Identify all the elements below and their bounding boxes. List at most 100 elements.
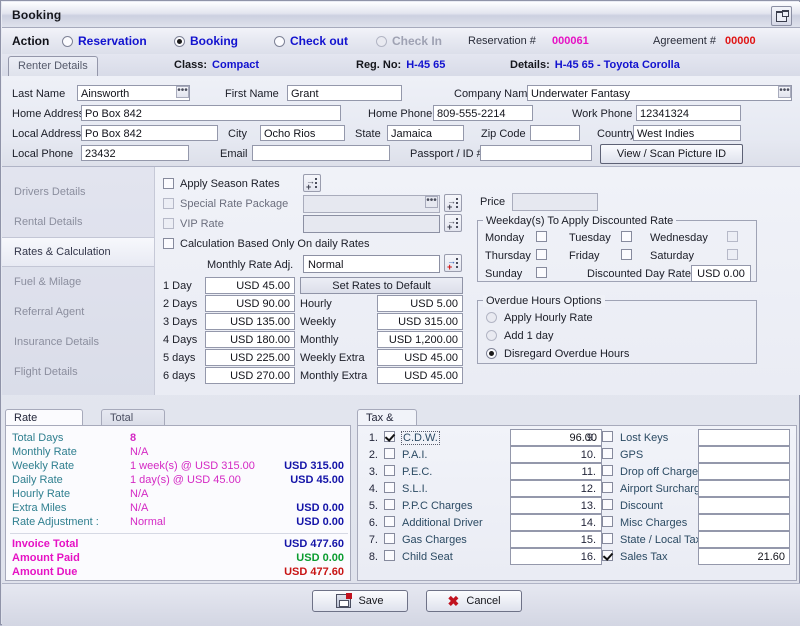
day-rate-input-4[interactable]: USD 180.00	[205, 331, 295, 348]
state-input[interactable]: Jamaica	[387, 125, 464, 141]
home-address-input[interactable]: Po Box 842	[81, 105, 341, 121]
apply-season-rates-checkbox[interactable]	[163, 178, 174, 189]
tax-checkbox-sales-tax[interactable]	[602, 550, 613, 561]
weekday-checkbox-wednesday[interactable]	[727, 231, 738, 242]
special-rate-package-add-icon[interactable]: → +	[444, 194, 462, 212]
tax-checkbox-discount[interactable]	[602, 499, 613, 510]
tax-input-airport-surcharges[interactable]	[698, 480, 790, 497]
overdue-option-apply-hourly[interactable]: Apply Hourly Rate	[486, 312, 593, 324]
radio-reservation[interactable]: Reservation	[62, 34, 147, 48]
tax-checkbox-state-local-tax[interactable]	[602, 533, 613, 544]
tax-checkbox-gas-charges[interactable]	[384, 533, 395, 544]
weekday-checkbox-sunday[interactable]	[536, 267, 547, 278]
overdue-radio-add-one-day[interactable]	[486, 330, 497, 341]
view-scan-picture-id-button[interactable]: View / Scan Picture ID	[600, 144, 743, 164]
tax-input-sales-tax[interactable]: 21.60	[698, 548, 790, 565]
tab-renter-details[interactable]: Renter Details	[8, 56, 98, 76]
tax-checkbox-pai[interactable]	[384, 448, 395, 459]
period-rate-input-monthly-extra[interactable]: USD 45.00	[377, 367, 463, 384]
overdue-option-add-one-day[interactable]: Add 1 day	[486, 330, 554, 342]
tax-checkbox-gps[interactable]	[602, 448, 613, 459]
cancel-button[interactable]: ✖ Cancel	[426, 590, 522, 612]
tax-input-state-local-tax[interactable]	[698, 531, 790, 548]
vip-rate-row[interactable]: VIP Rate	[163, 218, 224, 230]
calc-daily-only-row[interactable]: Calculation Based Only On daily Rates	[163, 238, 370, 250]
tax-input-lost-keys[interactable]	[698, 429, 790, 446]
company-name-input[interactable]: Underwater Fantasy	[527, 85, 792, 101]
tax-checkbox-ppc-charges[interactable]	[384, 499, 395, 510]
period-rate-input-monthly[interactable]: USD 1,200.00	[377, 331, 463, 348]
local-phone-input[interactable]: 23432	[81, 145, 189, 161]
vip-rate-select[interactable]	[303, 215, 440, 233]
special-rate-package-lookup-icon[interactable]: •••	[425, 196, 438, 208]
calc-daily-only-checkbox[interactable]	[163, 238, 174, 249]
zip-input[interactable]	[530, 125, 580, 141]
tab-total-overview[interactable]: Total Overview	[101, 409, 165, 436]
day-rate-input-6[interactable]: USD 270.00	[205, 367, 295, 384]
tax-checkbox-airport-surcharges[interactable]	[602, 482, 613, 493]
save-button[interactable]: Save	[312, 590, 408, 612]
city-input[interactable]: Ocho Rios	[260, 125, 345, 141]
tab-rate-calculations[interactable]: Rate Calculations	[5, 409, 83, 436]
day-rate-input-2[interactable]: USD 90.00	[205, 295, 295, 312]
tax-checkbox-misc-charges[interactable]	[602, 516, 613, 527]
tax-checkbox-sli[interactable]	[384, 482, 395, 493]
weekday-checkbox-thursday[interactable]	[536, 249, 547, 260]
weekday-checkbox-saturday[interactable]	[727, 249, 738, 260]
special-rate-package-input[interactable]	[303, 195, 440, 213]
last-name-input[interactable]: Ainsworth	[77, 85, 190, 101]
tax-input-gps[interactable]	[698, 446, 790, 463]
tax-input-misc-charges[interactable]	[698, 514, 790, 531]
sidebar-item-insurance-details[interactable]: Insurance Details	[2, 327, 154, 357]
weekday-checkbox-friday[interactable]	[621, 249, 632, 260]
tax-checkbox-lost-keys[interactable]	[602, 431, 613, 442]
tax-input-drop-off-charges[interactable]	[698, 463, 790, 480]
period-rate-input-weekly-extra[interactable]: USD 45.00	[377, 349, 463, 366]
radio-booking[interactable]: Booking	[174, 34, 238, 48]
vip-rate-checkbox[interactable]	[163, 218, 174, 229]
monthly-rate-adj-select[interactable]: Normal	[303, 255, 440, 273]
passport-input[interactable]	[480, 145, 592, 161]
set-rates-to-default-button[interactable]: Set Rates to Default	[300, 277, 463, 294]
email-input[interactable]	[252, 145, 390, 161]
special-rate-package-checkbox[interactable]	[163, 198, 174, 209]
day-rate-input-3[interactable]: USD 135.00	[205, 313, 295, 330]
radio-checkout[interactable]: Check out	[274, 34, 348, 48]
last-name-lookup-icon[interactable]: •••	[176, 86, 189, 98]
price-input[interactable]	[512, 193, 598, 211]
day-rate-input-5[interactable]: USD 225.00	[205, 349, 295, 366]
discounted-day-rate-input[interactable]: USD 0.00	[691, 265, 751, 282]
work-phone-input[interactable]: 12341324	[636, 105, 741, 121]
sidebar-item-rates-calculation[interactable]: Rates & Calculation	[2, 237, 154, 267]
tax-checkbox-child-seat[interactable]	[384, 550, 395, 561]
sidebar-item-rental-details[interactable]: Rental Details	[2, 207, 154, 237]
apply-season-rates-row[interactable]: Apply Season Rates	[163, 178, 280, 190]
local-address-input[interactable]: Po Box 842	[81, 125, 218, 141]
sidebar-item-referral-agent[interactable]: Referral Agent	[2, 297, 154, 327]
tax-checkbox-cdw[interactable]	[384, 431, 395, 442]
weekday-checkbox-monday[interactable]	[536, 231, 547, 242]
vip-rate-add-icon[interactable]: → +	[444, 214, 462, 232]
tax-checkbox-additional-driver[interactable]	[384, 516, 395, 527]
season-rates-add-icon[interactable]: → +	[303, 174, 321, 192]
sidebar-item-fuel-milage[interactable]: Fuel & Milage	[2, 267, 154, 297]
monthly-rate-adj-add-icon[interactable]: → +	[444, 254, 462, 272]
first-name-input[interactable]: Grant	[287, 85, 402, 101]
period-rate-input-hourly[interactable]: USD 5.00	[377, 295, 463, 312]
tab-tax-charges[interactable]: Tax & Charges	[357, 409, 417, 436]
tax-checkbox-drop-off-charges[interactable]	[602, 465, 613, 476]
period-rate-input-weekly[interactable]: USD 315.00	[377, 313, 463, 330]
tax-checkbox-pec[interactable]	[384, 465, 395, 476]
overdue-radio-disregard[interactable]	[486, 348, 497, 359]
overdue-option-disregard[interactable]: Disregard Overdue Hours	[486, 348, 629, 360]
sidebar-item-drivers-details[interactable]: Drivers Details	[2, 177, 154, 207]
weekday-checkbox-tuesday[interactable]	[621, 231, 632, 242]
company-name-lookup-icon[interactable]: •••	[778, 86, 791, 98]
sidebar-item-flight-details[interactable]: Flight Details	[2, 357, 154, 387]
day-rate-input-1[interactable]: USD 45.00	[205, 277, 295, 294]
overdue-radio-apply-hourly[interactable]	[486, 312, 497, 323]
restore-button[interactable]	[771, 6, 792, 26]
home-phone-input[interactable]: 809-555-2214	[433, 105, 533, 121]
special-rate-package-row[interactable]: Special Rate Package	[163, 198, 288, 210]
tax-input-discount[interactable]	[698, 497, 790, 514]
